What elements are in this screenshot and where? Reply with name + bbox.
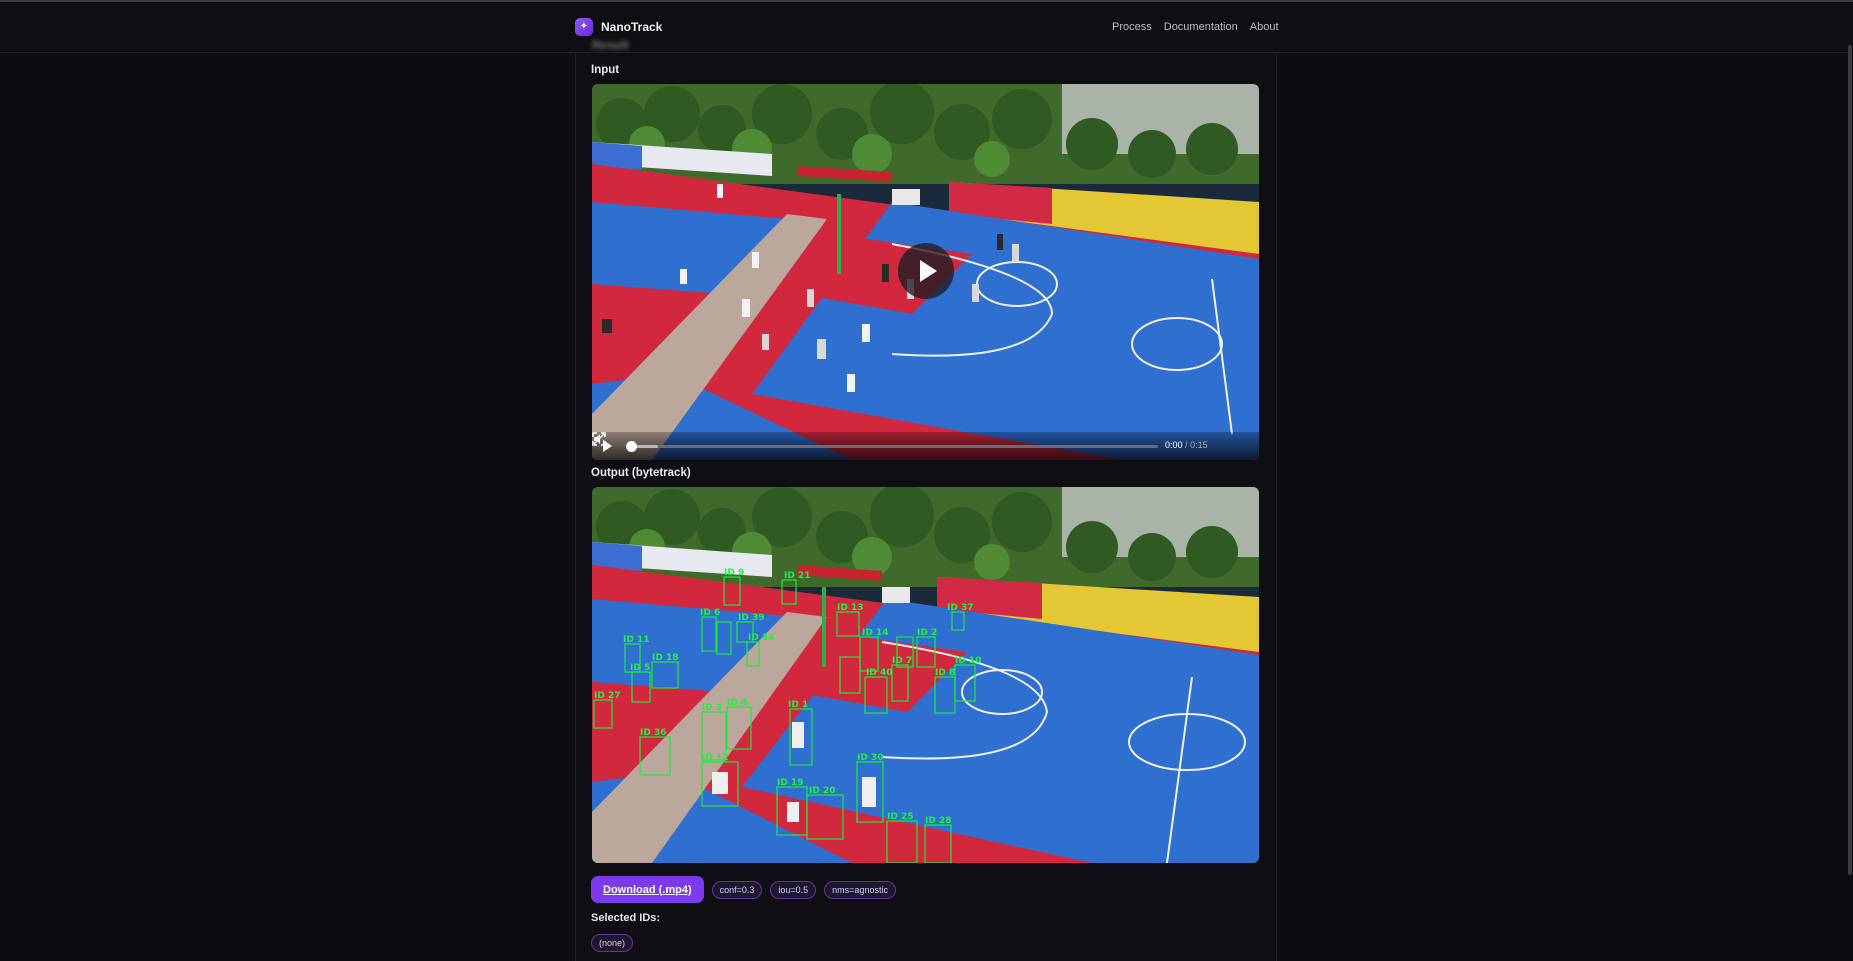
- output-label: Output (bytetrack): [591, 467, 691, 479]
- input-label: Input: [591, 64, 620, 76]
- logo-icon: ✦: [575, 18, 593, 36]
- track-label-2: ID 2: [917, 628, 937, 638]
- svg-text:ID 9: ID 9: [724, 568, 744, 578]
- svg-text:ID 13: ID 13: [837, 603, 863, 613]
- svg-text:ID 14: ID 14: [862, 628, 888, 638]
- track-label-40: ID 40: [866, 668, 892, 678]
- fullscreen-icon[interactable]: [592, 432, 606, 446]
- svg-text:ID 4: ID 4: [727, 698, 747, 708]
- track-label-30: ID 30: [857, 753, 883, 763]
- track-label-21: ID 21: [784, 571, 810, 581]
- seek-knob[interactable]: [626, 441, 637, 452]
- track-label-18: ID 18: [652, 653, 678, 663]
- brand-name: NanoTrack: [601, 20, 663, 34]
- svg-text:ID 36: ID 36: [640, 728, 666, 738]
- param-chip-iou: iou=0.5: [770, 880, 817, 899]
- duration: 0:15: [1190, 440, 1208, 450]
- current-time: 0:00: [1165, 440, 1183, 450]
- param-chip-conf: conf=0.3: [711, 880, 763, 899]
- track-label-11: ID 11: [623, 635, 649, 645]
- output-video[interactable]: ID 27 ID 11 ID 18 ID 5 ID 9 ID 6 ID 39 I…: [592, 487, 1259, 863]
- svg-text:ID 7: ID 7: [892, 656, 912, 666]
- svg-text:ID 6: ID 6: [700, 608, 720, 618]
- nav-documentation[interactable]: Documentation: [1164, 21, 1238, 33]
- nav-links: Process Documentation About: [1112, 21, 1279, 33]
- svg-text:ID 12: ID 12: [702, 753, 728, 763]
- top-navbar: ✦ NanoTrack Process Documentation About: [0, 2, 1853, 53]
- track-label-10: ID 10: [955, 656, 981, 666]
- nav-process[interactable]: Process: [1112, 21, 1152, 33]
- download-button[interactable]: Download (.mp4): [591, 876, 704, 903]
- track-label-27: ID 27: [594, 691, 620, 701]
- input-video[interactable]: 0:00 / 0:15: [592, 84, 1259, 460]
- seek-bar[interactable]: [626, 441, 1158, 452]
- svg-text:ID 3: ID 3: [702, 703, 722, 713]
- video-controls: 0:00 / 0:15: [592, 432, 1259, 460]
- track-label-25: ID 25: [887, 812, 913, 822]
- svg-text:ID 8: ID 8: [935, 668, 955, 678]
- track-label-19: ID 19: [777, 778, 803, 788]
- track-label-39: ID 39: [738, 613, 764, 623]
- nav-about[interactable]: About: [1250, 21, 1279, 33]
- param-chip-nms: nms=agnostic: [824, 880, 896, 899]
- track-label-20: ID 20: [809, 786, 835, 796]
- track-label-34: ID 34: [748, 633, 774, 643]
- track-label-28: ID 28: [925, 816, 951, 826]
- page-title: Result: [592, 38, 629, 52]
- selected-ids-label: Selected IDs:: [591, 912, 661, 924]
- selected-ids-value: (none): [591, 934, 634, 952]
- track-label-1: ID 1: [788, 700, 808, 710]
- svg-text:ID 5: ID 5: [630, 663, 650, 673]
- track-label-37: ID 37: [947, 603, 973, 613]
- output-video-frame: ID 27 ID 11 ID 18 ID 5 ID 9 ID 6 ID 39 I…: [592, 487, 1259, 863]
- time-display: 0:00 / 0:15: [1165, 440, 1208, 450]
- big-play-button[interactable]: [898, 243, 954, 299]
- output-actions: Download (.mp4) conf=0.3 iou=0.5 nms=agn…: [591, 876, 896, 903]
- brand[interactable]: ✦ NanoTrack: [575, 18, 662, 36]
- page-scrollbar[interactable]: [1848, 45, 1852, 875]
